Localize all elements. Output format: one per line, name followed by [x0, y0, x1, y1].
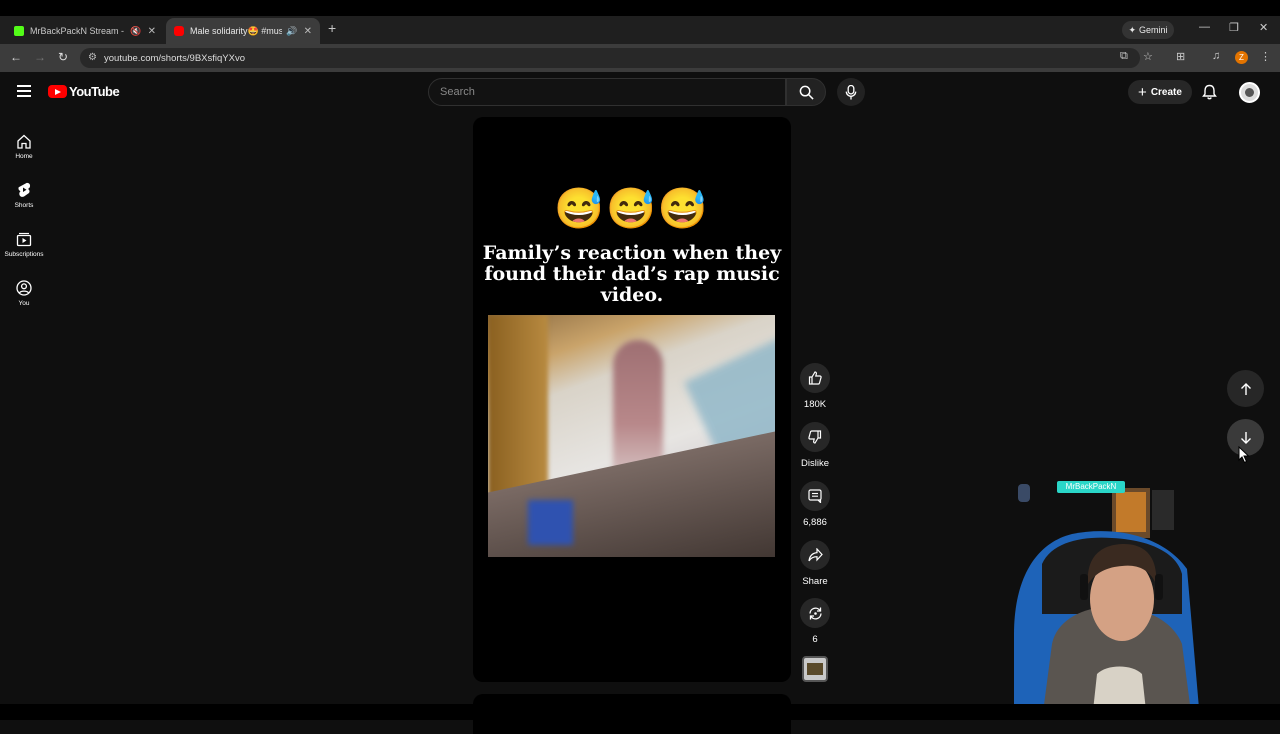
emoji-row: 😅😅😅 [554, 187, 710, 231]
address-bar-row: ← → ↻ ⚙ youtube.com/shorts/9BXsfiqYXvo ⧉… [0, 44, 1280, 72]
sidebar-item-label: Subscriptions [4, 250, 44, 258]
close-window-icon[interactable]: ✕ [1259, 21, 1268, 34]
media-controls-icon[interactable]: ♫ [1212, 50, 1220, 62]
forward-icon[interactable]: → [34, 50, 46, 64]
video-content-object [528, 500, 573, 545]
kick-favicon-icon [14, 26, 24, 36]
thumbs-down-icon [808, 430, 822, 444]
like-count: 180K [803, 399, 827, 410]
sidebar-item-subscriptions[interactable]: Subscriptions [0, 220, 48, 269]
webcam-image [1014, 484, 1200, 720]
notifications-button[interactable] [1202, 84, 1217, 105]
comment-icon [808, 489, 822, 503]
bell-icon [1202, 84, 1217, 100]
youtube-play-icon [48, 85, 67, 98]
sidebar-item-label: Shorts [14, 202, 34, 209]
comment-count: 6,886 [803, 517, 827, 528]
url-text: youtube.com/shorts/9BXsfiqYXvo [104, 52, 245, 64]
previous-short-button[interactable] [1227, 370, 1264, 407]
subscriptions-icon [16, 232, 32, 246]
plus-icon: + [1138, 83, 1147, 101]
voice-search-button[interactable] [837, 78, 865, 106]
arrow-up-icon [1240, 382, 1251, 395]
install-app-icon[interactable]: ⧉ [1120, 50, 1128, 63]
streamer-name-tag: MrBackPackN [1057, 481, 1125, 493]
sidebar-item-label: You [18, 300, 30, 307]
sidebar-item-you[interactable]: You [0, 269, 48, 318]
create-button[interactable]: + Create [1128, 80, 1192, 104]
comments-button[interactable]: 6,886 [796, 481, 834, 528]
arrow-down-icon [1240, 431, 1251, 444]
sidebar-item-home[interactable]: Home [0, 122, 48, 171]
create-label: Create [1150, 86, 1182, 98]
url-field[interactable]: ⚙ youtube.com/shorts/9BXsfiqYXvo [80, 48, 1140, 68]
youtube-logo[interactable]: YouTube [48, 84, 120, 99]
side-navigation: Home Shorts Subscriptions You [0, 122, 48, 318]
remix-icon [808, 607, 822, 619]
tab-title: MrBackPackN Stream - Wa [30, 26, 126, 36]
video-frame[interactable] [488, 315, 775, 557]
bottom-letterbox [0, 704, 1280, 720]
back-icon[interactable]: ← [10, 50, 22, 64]
extensions-icon[interactable]: ⊞ [1176, 50, 1185, 63]
site-info-icon[interactable]: ⚙ [88, 52, 97, 63]
browser-tab-bar: MrBackPackN Stream - Wa 🔇 ✕ Male solidar… [0, 16, 1280, 44]
thumbs-up-icon [808, 371, 822, 385]
new-tab-icon[interactable]: + [328, 20, 336, 36]
dislike-label: Dislike [801, 458, 829, 469]
mouse-cursor-icon [1238, 446, 1250, 464]
tab-kick-stream[interactable]: MrBackPackN Stream - Wa 🔇 ✕ [6, 18, 164, 44]
search-button[interactable] [786, 78, 826, 106]
youtube-favicon-icon [174, 26, 184, 36]
sidebar-item-shorts[interactable]: Shorts [0, 171, 48, 220]
tab-youtube-short[interactable]: Male solidarity🤩 #music # 🔊 ✕ [166, 18, 320, 44]
account-avatar[interactable] [1239, 82, 1260, 103]
share-label: Share [802, 576, 828, 587]
logo-text: YouTube [69, 84, 120, 99]
shorts-icon [18, 182, 31, 197]
reload-icon[interactable]: ↻ [58, 50, 68, 64]
remix-button[interactable]: 6 [796, 598, 834, 645]
dislike-button[interactable]: Dislike [796, 422, 834, 469]
share-icon [807, 548, 823, 562]
close-tab-icon[interactable]: ✕ [304, 26, 312, 37]
sidebar-item-label: Home [15, 152, 33, 160]
microphone-icon [845, 84, 857, 100]
gemini-label: Gemini [1139, 25, 1168, 35]
sparkle-icon: ✦ [1128, 24, 1137, 35]
audio-playing-icon[interactable]: 🔊 [286, 26, 297, 37]
channel-avatar[interactable] [802, 656, 828, 682]
share-button[interactable]: Share [796, 540, 834, 587]
streamer-webcam [1012, 474, 1200, 720]
close-tab-icon[interactable]: ✕ [148, 26, 156, 37]
video-caption: Family’s reaction when they found their … [482, 242, 782, 306]
bookmark-star-icon[interactable]: ☆ [1143, 50, 1153, 63]
gemini-button[interactable]: ✦ Gemini [1122, 21, 1174, 39]
minimize-icon[interactable]: — [1199, 21, 1210, 33]
like-button[interactable]: 180K [796, 363, 834, 410]
profile-avatar[interactable]: Z [1235, 51, 1248, 64]
tab-title: Male solidarity🤩 #music # [190, 25, 283, 36]
browser-menu-icon[interactable]: ⋮ [1260, 50, 1271, 63]
top-letterbox [0, 0, 1280, 16]
menu-icon[interactable] [17, 85, 31, 97]
user-icon [16, 280, 32, 296]
remix-count: 6 [812, 634, 818, 645]
search-input[interactable]: Search [428, 78, 786, 106]
shorts-player[interactable]: 😅😅😅 Family’s reaction when they found th… [473, 117, 791, 682]
muted-icon[interactable]: 🔇 [130, 26, 141, 37]
home-icon [17, 134, 31, 149]
restore-icon[interactable]: ❐ [1229, 21, 1239, 34]
search-icon [799, 85, 814, 100]
